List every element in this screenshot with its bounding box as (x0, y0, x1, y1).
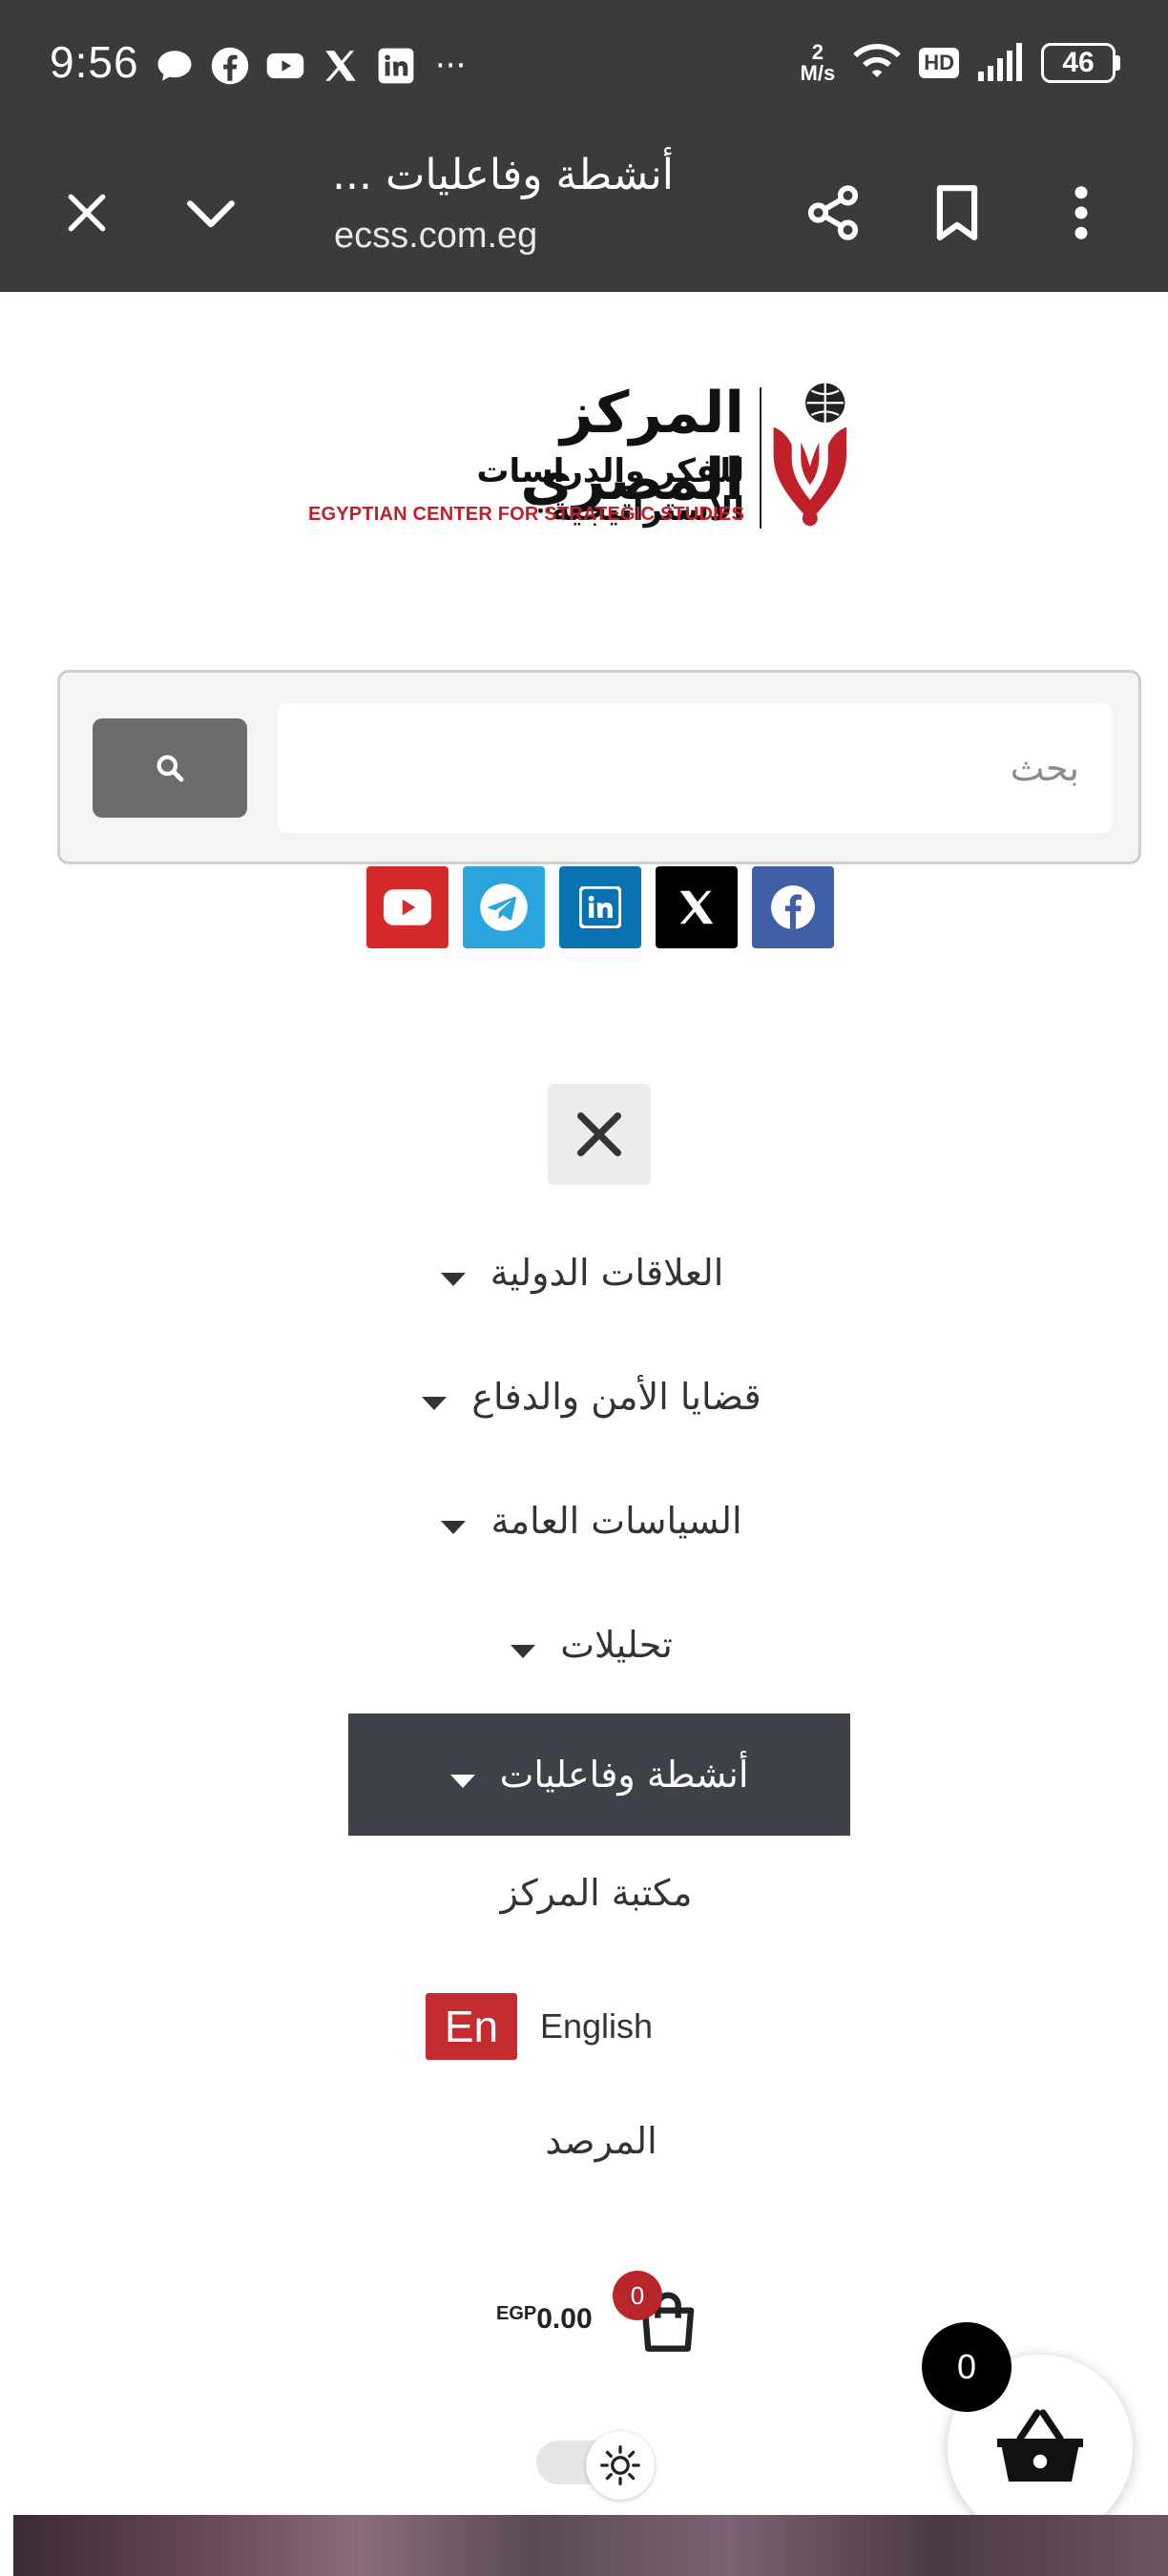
menu-item-observatory[interactable]: المرصد (477, 2107, 725, 2175)
caret-down-icon (422, 1397, 448, 1410)
search-icon (156, 755, 184, 782)
facebook-link[interactable] (752, 866, 834, 948)
menu-item-label: تحليلات (560, 1624, 673, 1666)
menu-item-label: أنشطة وفاعليات (499, 1754, 749, 1796)
status-bar: 9:56 ··· 2 M/s HD 46 (0, 0, 1168, 134)
cart-amount: 0.00 (536, 2303, 593, 2335)
header-cart[interactable]: EGP0.00 0 (496, 2271, 706, 2362)
menu-close-button[interactable] (548, 1084, 651, 1185)
status-time: 9:56 (50, 37, 139, 87)
floating-cart-count: 0 (922, 2322, 1012, 2412)
cart-currency: EGP (496, 2303, 537, 2324)
menu-item-analyses[interactable]: تحليلات (477, 1610, 706, 1679)
browser-toolbar: أنشطة وفاعليات ... ecss.com.eg (0, 134, 1168, 292)
close-tab-button[interactable] (44, 170, 130, 256)
basket-icon (997, 2409, 1083, 2482)
logo-english-name: EGYPTIAN CENTER FOR STRATEGIC STUDIES (307, 504, 744, 525)
menu-item-activities-events[interactable]: أنشطة وفاعليات (348, 1714, 850, 1836)
search-button[interactable] (93, 718, 247, 818)
facebook-icon (211, 47, 249, 85)
hero-image-partial (13, 2515, 1168, 2576)
theme-toggle[interactable] (536, 2431, 660, 2500)
menu-item-label: مكتبة المركز (500, 1872, 693, 1914)
minimize-button[interactable] (168, 170, 254, 256)
menu-item-label: العلاقات الدولية (490, 1252, 724, 1294)
menu-item-international-relations[interactable]: العلاقات الدولية (391, 1238, 773, 1307)
site-logo[interactable]: المركز المصري للفكر والدراسات الاستراتيج… (308, 380, 859, 532)
caret-down-icon (440, 1273, 466, 1286)
x-icon (325, 51, 356, 81)
linkedin-icon (579, 886, 621, 928)
facebook-icon (771, 885, 815, 929)
network-speed: 2 M/s (800, 40, 836, 85)
page-url[interactable]: ecss.com.eg (334, 216, 537, 257)
chat-bubble-icon (157, 51, 192, 81)
youtube-icon (266, 52, 304, 79)
share-button[interactable] (790, 170, 876, 256)
caret-down-icon (441, 1521, 467, 1534)
status-right: 2 M/s HD 46 (801, 42, 1120, 84)
menu-item-label: السياسات العامة (490, 1500, 742, 1542)
menu-item-security-defense[interactable]: قضايا الأمن والدفاع (382, 1362, 802, 1431)
x-link[interactable] (656, 866, 738, 948)
telegram-icon (480, 883, 528, 931)
page-title: أنشطة وفاعليات ... (332, 151, 674, 199)
bookmark-icon (936, 185, 978, 240)
bookmark-button[interactable] (914, 170, 1000, 256)
language-label: English (540, 2006, 654, 2046)
language-switch-english[interactable]: En English (426, 1992, 653, 2061)
menu-item-public-policy[interactable]: السياسات العامة (401, 1486, 782, 1555)
search-input[interactable] (278, 703, 1112, 833)
youtube-icon (384, 889, 431, 925)
more-vertical-icon (1074, 186, 1088, 239)
search-form (57, 670, 1141, 864)
logo-emblem-icon (773, 383, 847, 527)
wifi-icon (853, 43, 902, 77)
battery-indicator: 46 (1041, 43, 1120, 83)
menu-item-label: قضايا الأمن والدفاع (471, 1376, 761, 1418)
caret-down-icon (449, 1775, 475, 1788)
close-icon (577, 1112, 621, 1156)
telegram-link[interactable] (463, 866, 545, 948)
status-app-icons: ··· (155, 46, 466, 86)
cart-count-badge: 0 (613, 2271, 662, 2320)
x-icon (679, 890, 714, 924)
youtube-link[interactable] (366, 866, 448, 948)
close-icon (68, 194, 106, 232)
social-links (366, 866, 834, 948)
chevron-down-icon (187, 200, 235, 228)
cart-total: EGP0.00 (496, 2303, 593, 2336)
linkedin-icon (378, 48, 414, 84)
share-icon (807, 185, 859, 240)
battery-level: 46 (1041, 43, 1116, 83)
signal-icon (978, 43, 1022, 81)
hd-badge: HD (919, 48, 959, 78)
menu-item-center-library[interactable]: مكتبة المركز (458, 1859, 735, 1927)
status-more: ··· (435, 47, 467, 85)
language-flag: En (426, 1993, 517, 2060)
more-options-button[interactable] (1038, 170, 1124, 256)
caret-down-icon (511, 1645, 536, 1658)
linkedin-link[interactable] (559, 866, 641, 948)
sun-icon (600, 2445, 640, 2485)
menu-item-label: المرصد (545, 2120, 657, 2162)
